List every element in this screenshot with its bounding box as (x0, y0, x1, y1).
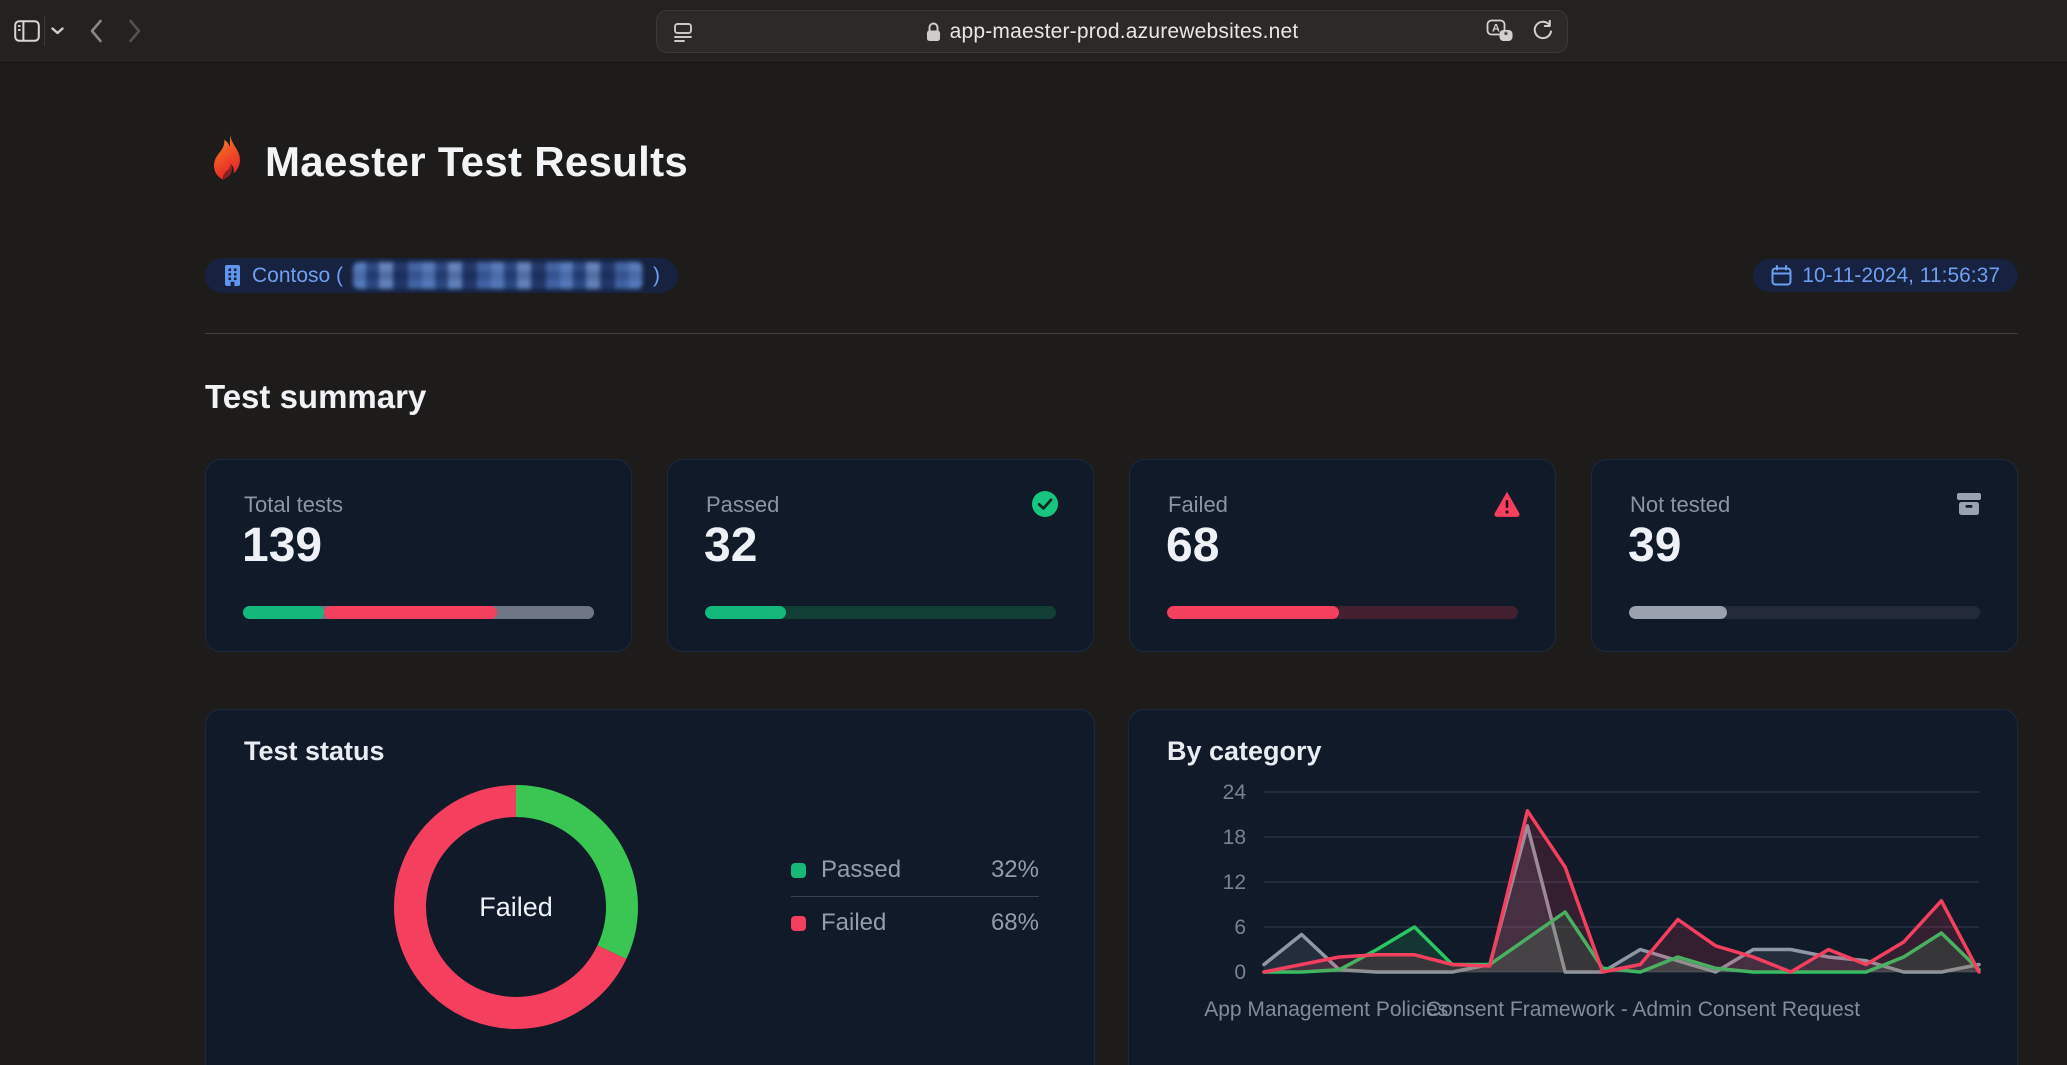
flame-logo-icon (205, 134, 249, 190)
forward-button[interactable] (121, 14, 149, 48)
progress-segment (1167, 606, 1339, 619)
failed-card: Failed 68 (1129, 459, 1556, 652)
address-bar[interactable]: app-maester-prod.azurewebsites.net A * (656, 10, 1568, 53)
dashboard-content: Maester Test Results Contoso ( ) (205, 62, 2018, 1065)
legend-row-passed: Passed 32% (791, 852, 1039, 888)
passed-card: Passed 32 (667, 459, 1094, 652)
check-circle-icon (1031, 490, 1059, 518)
browser-window: app-maester-prod.azurewebsites.net A * (0, 0, 2067, 1065)
card-label: Not tested (1630, 492, 1730, 518)
translate-button[interactable]: A * (1485, 18, 1515, 46)
section-divider (205, 333, 2018, 334)
donut-legend: Passed 32% Failed 68% (791, 852, 1039, 941)
y-tick-label: 0 (1234, 961, 1246, 984)
card-label: Failed (1168, 492, 1228, 518)
card-label: Passed (706, 492, 779, 518)
svg-text:A: A (1492, 22, 1500, 34)
passed-progress-bar (705, 606, 1056, 619)
url-text: app-maester-prod.azurewebsites.net (950, 20, 1299, 44)
page-header: Maester Test Results (205, 110, 2018, 214)
building-icon (223, 264, 242, 287)
series-line-gray (1264, 826, 1979, 972)
total-tests-progress-bar (243, 606, 594, 619)
total-tests-card: Total tests 139 (205, 459, 632, 652)
series-fill-red (1264, 811, 1979, 972)
card-value: 32 (704, 518, 757, 573)
back-arrow-icon (89, 19, 103, 43)
passed-swatch (791, 863, 806, 878)
y-tick-label: 24 (1223, 781, 1247, 804)
progress-segment (705, 606, 786, 619)
test-summary-heading: Test summary (205, 378, 2018, 416)
y-tick-label: 12 (1223, 871, 1246, 894)
failed-progress-bar (1167, 606, 1518, 619)
translate-icon: A * (1486, 19, 1514, 45)
progress-segment (1629, 606, 1727, 619)
back-button[interactable] (82, 14, 110, 48)
redacted-tenant-id (353, 262, 643, 289)
legend-value: 68% (991, 909, 1039, 937)
forward-arrow-icon (128, 19, 142, 43)
series-line-red (1264, 811, 1979, 972)
by-category-card: By category 0 6 12 18 24 App Management Polic… (1128, 709, 2018, 1065)
not-tested-card: Not tested 39 (1591, 459, 2018, 652)
donut-chart-svg: Failed (391, 782, 641, 1032)
toolbar-divider (44, 16, 45, 46)
x-category-label: Consent Framework - Admin Consent Reques… (1426, 998, 1860, 1021)
legend-label: Passed (821, 856, 976, 884)
page-settings-button[interactable] (670, 19, 696, 45)
card-value: 68 (1166, 518, 1219, 573)
legend-value: 32% (991, 856, 1039, 884)
legend-row-failed: Failed 68% (791, 905, 1039, 941)
card-value: 39 (1628, 518, 1681, 573)
y-tick-label: 6 (1234, 916, 1246, 939)
tenant-name: Contoso ( (252, 264, 343, 288)
by-category-title: By category (1167, 736, 1322, 767)
timestamp-badge: 10-11-2024, 11:56:37 (1753, 259, 2018, 292)
y-tick-label: 18 (1223, 826, 1246, 849)
progress-segment (324, 606, 497, 619)
archive-box-icon (1955, 490, 1983, 518)
sidebar-icon (14, 20, 40, 42)
svg-text:*: * (1504, 30, 1508, 41)
badges-row: Contoso ( ) 10-11-2024, 11:56:37 (205, 258, 2018, 293)
test-status-title: Test status (244, 736, 385, 767)
progress-segment (243, 606, 324, 619)
card-label: Total tests (244, 492, 343, 518)
failed-swatch (791, 916, 806, 931)
timestamp-text: 10-11-2024, 11:56:37 (1802, 264, 2000, 288)
page-title: Maester Test Results (265, 138, 688, 186)
sidebar-toggle-button[interactable] (12, 13, 42, 49)
summary-cards-row: Total tests 139 Passed 32 Failed 68 (205, 459, 2018, 652)
sidebar-chevron-button[interactable] (48, 20, 66, 42)
series-fill-gray (1264, 826, 1979, 972)
charts-row: Test status Failed Passed 32% Failed 68% (205, 709, 2018, 1065)
not-tested-progress-bar (1629, 606, 1980, 619)
chevron-down-icon (51, 27, 64, 35)
warning-triangle-icon (1493, 490, 1521, 518)
progress-segment (497, 606, 594, 619)
calendar-icon (1771, 265, 1792, 286)
tenant-badge: Contoso ( ) (205, 258, 678, 293)
donut-center-label: Failed (479, 892, 553, 922)
test-status-card: Test status Failed Passed 32% Failed 68% (205, 709, 1095, 1065)
reload-button[interactable] (1529, 18, 1555, 46)
reader-icon (672, 21, 694, 43)
tenant-suffix: ) (653, 264, 660, 288)
legend-label: Failed (821, 909, 976, 937)
card-value: 139 (242, 518, 322, 573)
lock-icon (926, 22, 941, 42)
browser-toolbar: app-maester-prod.azurewebsites.net A * (0, 0, 2067, 63)
legend-divider (791, 896, 1039, 897)
category-line-chart-svg: 0 6 12 18 24 App Management PoliciesConsent F… (1174, 768, 2014, 1065)
donut-chart: Failed (391, 782, 641, 1032)
reload-icon (1531, 20, 1553, 44)
x-category-label: App Management Policies (1204, 998, 1448, 1021)
